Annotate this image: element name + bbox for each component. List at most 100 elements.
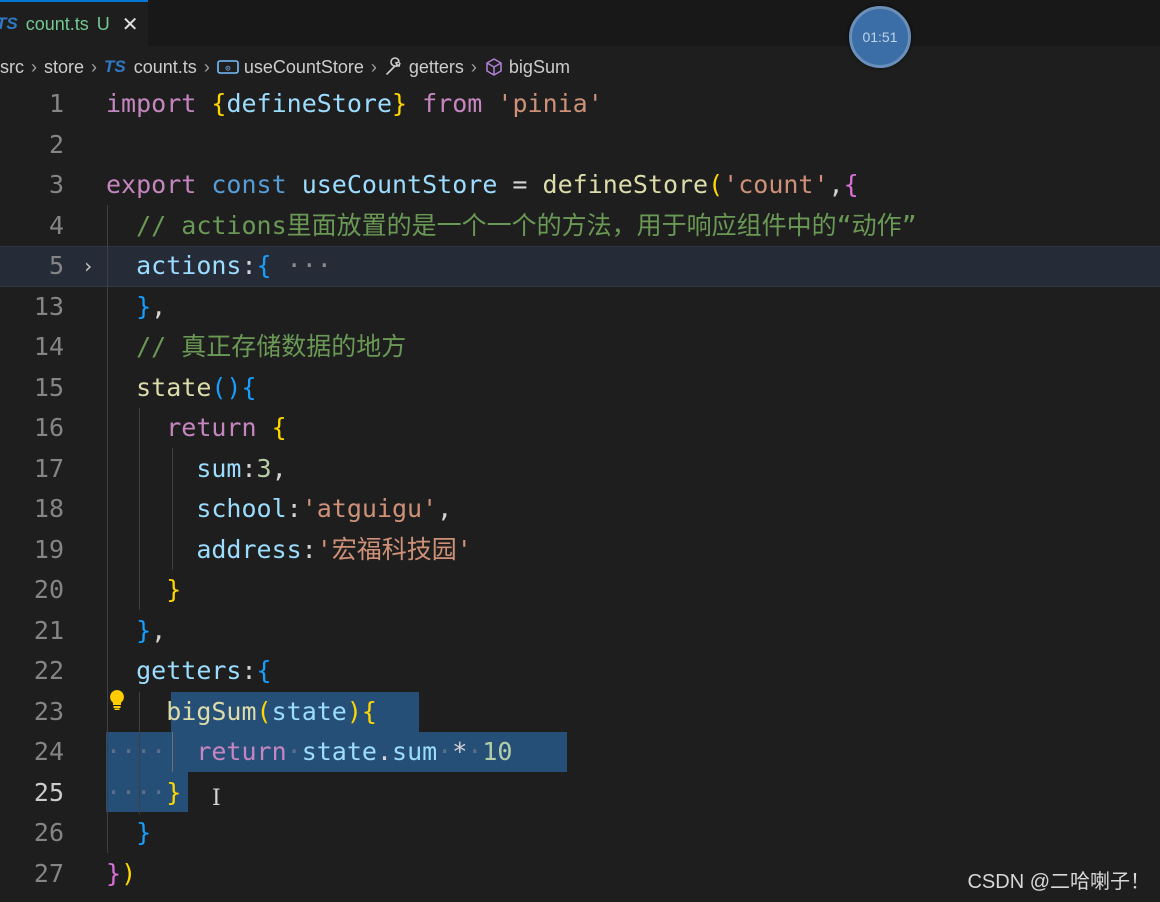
code-token: } [136, 291, 152, 321]
code-token: , [437, 494, 453, 523]
timer-text: 01:51 [862, 29, 898, 45]
text-cursor-icon: I [212, 786, 221, 811]
code-line[interactable]: getters:{ [106, 651, 272, 692]
code-token: ···· [106, 777, 167, 807]
code-token: { [256, 656, 272, 685]
code-token: state [301, 737, 377, 766]
tab-filename: count.ts [25, 13, 89, 34]
code-line[interactable]: }) [106, 854, 136, 895]
code-line[interactable]: address:'宏福科技园' [106, 530, 472, 571]
code-token: actions [136, 251, 242, 280]
chevron-right-icon: › [370, 56, 377, 77]
code-line[interactable]: sum:3, [106, 449, 286, 490]
code-token: 'pinia' [497, 89, 603, 118]
code-token: getters [136, 656, 242, 685]
line-number: 13 [33, 291, 64, 321]
code-token: ( [256, 696, 272, 726]
code-token: } [136, 615, 152, 645]
code-line[interactable]: } [106, 813, 151, 854]
code-token: { [271, 413, 287, 442]
breadcrumb-item-src[interactable]: src [0, 57, 24, 78]
code-token: defineStore [226, 89, 393, 118]
code-line[interactable]: }, [106, 611, 166, 652]
code-token: defineStore [542, 170, 709, 199]
breadcrumb-item-bigsum[interactable]: bigSum [484, 57, 570, 78]
breadcrumb-item-getters[interactable]: getters [384, 57, 464, 78]
line-number: 25 [33, 777, 64, 807]
code-token: } [166, 575, 182, 604]
code-token: address [196, 534, 302, 564]
code-token: , [151, 291, 167, 321]
code-token: : [241, 656, 257, 685]
code-token: 10 [482, 737, 513, 766]
code-line[interactable]: ····} [106, 773, 181, 814]
code-token: · [437, 737, 453, 766]
code-token: { [211, 89, 227, 118]
code-editor[interactable]: 1 2 3 4 5 13 14 15 16 17 18 19 20 21 22 23 24 25 26 27 impo… [0, 84, 1160, 902]
code-line[interactable]: // 真正存储数据的地方 [106, 327, 406, 368]
code-line[interactable]: ···· return·state.sum·*·10 [106, 732, 512, 773]
tab-count-ts[interactable]: TS count.ts U ✕ [0, 0, 148, 46]
code-token: { [241, 372, 257, 402]
code-token: state [271, 696, 347, 726]
code-line[interactable]: actions:{ ··· [106, 246, 332, 287]
code-token: return [196, 737, 287, 766]
line-number: 16 [33, 413, 64, 442]
code-token: 'count' [723, 170, 829, 199]
tab-bar: TS count.ts U ✕ [0, 0, 1160, 46]
vscode-editor-window: TS count.ts U ✕ 01:51 src › store › TS c… [0, 0, 1160, 902]
code-line[interactable]: import {defineStore} from 'pinia' [106, 84, 603, 125]
code-line[interactable]: bigSum(state){ [106, 692, 377, 733]
code-token: bigSum [166, 696, 257, 726]
code-line[interactable]: }, [106, 287, 166, 328]
code-line[interactable]: } [106, 570, 181, 611]
code-line[interactable]: return { [106, 408, 287, 449]
code-token: { [361, 696, 377, 726]
code-token: } [136, 818, 152, 847]
breadcrumb-label: src [0, 56, 24, 77]
svg-text:⊙: ⊙ [225, 64, 230, 74]
breadcrumb-label: bigSum [508, 56, 570, 77]
breadcrumb-label: store [44, 56, 85, 77]
chevron-right-icon[interactable]: › [82, 246, 94, 287]
line-number: 15 [33, 372, 64, 402]
chevron-right-icon: › [203, 56, 210, 77]
code-token: import [106, 89, 197, 118]
code-token: ··· [286, 251, 332, 280]
code-token: : [301, 534, 317, 564]
line-number: 3 [48, 170, 64, 199]
code-line[interactable]: state(){ [106, 368, 257, 409]
breadcrumb-item-store[interactable]: store [44, 57, 84, 78]
line-number: 14 [33, 332, 64, 361]
line-number: 18 [33, 494, 64, 523]
code-token: sum [392, 737, 438, 766]
code-line[interactable]: export const useCountStore = defineStore… [106, 165, 859, 206]
code-token: const [211, 170, 287, 199]
code-line[interactable]: school:'atguigu', [106, 489, 452, 530]
line-number: 27 [33, 858, 64, 888]
line-number: 4 [48, 210, 64, 240]
breadcrumb-item-count-ts[interactable]: TS count.ts [104, 57, 197, 78]
code-token: 3 [256, 453, 272, 483]
code-token: () [211, 372, 242, 402]
line-number: 1 [48, 89, 64, 118]
lightbulb-icon[interactable] [108, 689, 126, 715]
typescript-icon: TS [0, 14, 18, 33]
chevron-right-icon: › [91, 56, 98, 77]
code-line[interactable]: // actions里面放置的是一个一个的方法，用于响应组件中的“动作” [106, 206, 917, 247]
breadcrumb-item-usecountstore[interactable]: ⊙ useCountStore [217, 57, 364, 78]
code-token: : [241, 453, 257, 483]
code-token: : [241, 251, 257, 280]
close-icon[interactable]: ✕ [122, 12, 139, 37]
code-token: ) [121, 858, 137, 888]
